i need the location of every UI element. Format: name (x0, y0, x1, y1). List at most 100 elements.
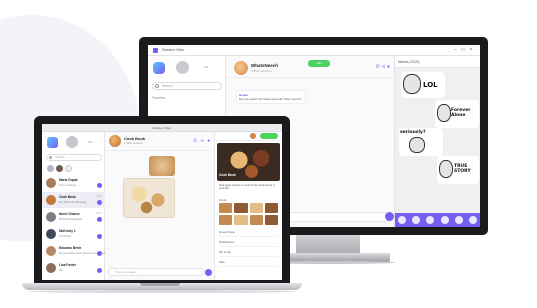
send-button[interactable] (205, 269, 212, 276)
info-icon[interactable]: ● (207, 138, 211, 143)
minimize-button[interactable]: – (451, 47, 459, 53)
chat-avatar[interactable] (109, 135, 121, 147)
viber-app-icon[interactable] (47, 137, 58, 148)
chat-info-panel: Cook Book Find great recipes to cook for… (215, 132, 282, 280)
message-input[interactable]: Type a message... (108, 268, 204, 276)
sticker-caption: seriously? (400, 130, 426, 135)
status-icon (97, 234, 102, 239)
photo-message[interactable] (149, 156, 175, 176)
profile-avatar[interactable] (176, 61, 189, 74)
sticker-panel-header: Memes (15/20) (395, 56, 480, 68)
media-thumbnail[interactable] (264, 203, 278, 213)
chat-list-item[interactable]: McKinley 15 Stickers (42, 226, 105, 242)
option-pin-to-top[interactable]: Pin to top (219, 248, 278, 257)
sticker-face (403, 74, 421, 94)
chat-list-item[interactable]: Cook Book My 35 Photo Message 10:30 (42, 192, 105, 208)
laptop-shadow (28, 290, 296, 293)
media-thumbnail[interactable] (219, 215, 233, 225)
photo-message[interactable] (123, 178, 175, 218)
contact-name: Eduardo Beele (59, 246, 82, 250)
media-grid (219, 203, 278, 225)
sticker-tab[interactable] (412, 216, 421, 224)
info-icon[interactable]: ● (387, 64, 390, 70)
contact-avatar (46, 246, 56, 256)
sticker-tab[interactable] (454, 216, 463, 224)
media-thumbnail[interactable] (249, 215, 263, 225)
media-thumbnail[interactable] (234, 215, 248, 225)
contact-avatar (46, 212, 56, 222)
sticker-tab[interactable] (440, 216, 449, 224)
phone-icon[interactable]: ✆ (193, 138, 198, 143)
join-button[interactable] (260, 133, 278, 139)
sticker-true-story[interactable]: TRUE STORY (437, 156, 479, 184)
profile-avatar[interactable] (66, 136, 78, 148)
chat-subtitle: 1,325 members (124, 142, 143, 145)
window-title: Rakuten Viber (162, 48, 185, 52)
more-menu-button[interactable]: ••• (204, 64, 208, 69)
sticker-tab[interactable] (426, 216, 435, 224)
close-button[interactable]: × (467, 47, 475, 53)
sticker-seriously[interactable]: seriously? (399, 128, 443, 156)
contact-name: Maria Gupta (59, 178, 78, 182)
chat-name[interactable]: Cook Book (124, 136, 145, 141)
sticker-tab[interactable] (468, 216, 477, 224)
last-message: Ok (59, 268, 63, 272)
chat-list-panel: ••• Search Maria Gupta Sent a picture Cook… (42, 132, 112, 280)
message-bubble: Neelia Did you watch the latest episode?… (236, 90, 306, 104)
send-button[interactable] (385, 212, 394, 221)
option-group-name[interactable]: Group Name (219, 228, 278, 237)
sticker-caption: LOL (423, 81, 438, 89)
profile-avatar[interactable] (250, 133, 256, 139)
media-thumbnail[interactable] (264, 215, 278, 225)
laptop-titlebar: Rakuten Viber (42, 124, 282, 132)
maximize-button[interactable]: □ (459, 47, 467, 53)
contact-avatar (46, 229, 56, 239)
monitor-stand-neck (296, 235, 360, 255)
option-hide[interactable]: Hide (219, 258, 278, 267)
more-menu-button[interactable]: ••• (88, 139, 92, 144)
contact-name: Norm Chance (59, 212, 80, 216)
favorite-avatar[interactable] (47, 165, 54, 172)
media-thumbnail[interactable] (219, 203, 233, 213)
message-time: 09:12 (95, 212, 103, 215)
contact-name: Cook Book (59, 195, 76, 199)
option-notifications[interactable]: Notifications (219, 238, 278, 247)
chat-list-item[interactable]: Maria Gupta Sent a picture (42, 175, 105, 191)
sticker-tab[interactable] (398, 216, 407, 224)
status-icon (97, 183, 102, 188)
chat-list-item[interactable]: Lisa Foster Ok (42, 260, 105, 276)
contact-name: Lisa Foster (59, 263, 77, 267)
media-thumbnail[interactable] (249, 203, 263, 213)
chat-list-item[interactable]: Eduardo Beele Do you have some plans for … (42, 243, 112, 259)
phone-icon[interactable]: ✆ (376, 64, 380, 70)
chat-header-icons[interactable]: ✆ ⋖ ● (376, 64, 390, 70)
sticker-tabs-bar (395, 213, 480, 227)
sticker-face (409, 137, 425, 153)
info-top-bar (215, 132, 282, 141)
share-icon[interactable]: ⋖ (381, 64, 385, 70)
contact-name: McKinley 1 (59, 229, 76, 233)
group-cover-title: Cook Book (219, 173, 236, 177)
chat-list-item[interactable]: Norm Chance 35 Photo Message 09:12 (42, 209, 105, 225)
sticker-forever-alone[interactable]: Forever Alone (435, 100, 479, 128)
message-text: Did you watch the latest episode? Don't … (239, 97, 302, 101)
group-description: Find great recipes to cook for the food … (219, 184, 276, 191)
laptop-notch (140, 283, 180, 286)
search-input[interactable]: Search (152, 82, 222, 90)
share-icon[interactable]: ⋖ (200, 138, 205, 143)
favorite-avatar[interactable] (56, 165, 63, 172)
favorites-label: Favorites (152, 96, 166, 100)
join-button[interactable]: Join (308, 60, 330, 67)
status-icon (97, 217, 102, 222)
sticker-panel: Memes (15/20) LOL Forever Alone seriousl… (394, 56, 480, 227)
chat-header-icons[interactable]: ✆ ⋖ ● (193, 138, 211, 144)
sticker-face (437, 104, 451, 122)
chat-avatar[interactable] (234, 61, 248, 75)
chat-header: Cook Book 1,325 members ✆ ⋖ ● (105, 132, 214, 151)
viber-app-icon[interactable] (153, 62, 165, 74)
desktop-titlebar: Rakuten Viber – □ × (148, 45, 480, 56)
media-thumbnail[interactable] (234, 203, 248, 213)
sticker-lol[interactable]: LOL (401, 72, 445, 98)
search-input[interactable]: Search (46, 154, 102, 161)
add-favorite-button[interactable] (65, 165, 72, 172)
